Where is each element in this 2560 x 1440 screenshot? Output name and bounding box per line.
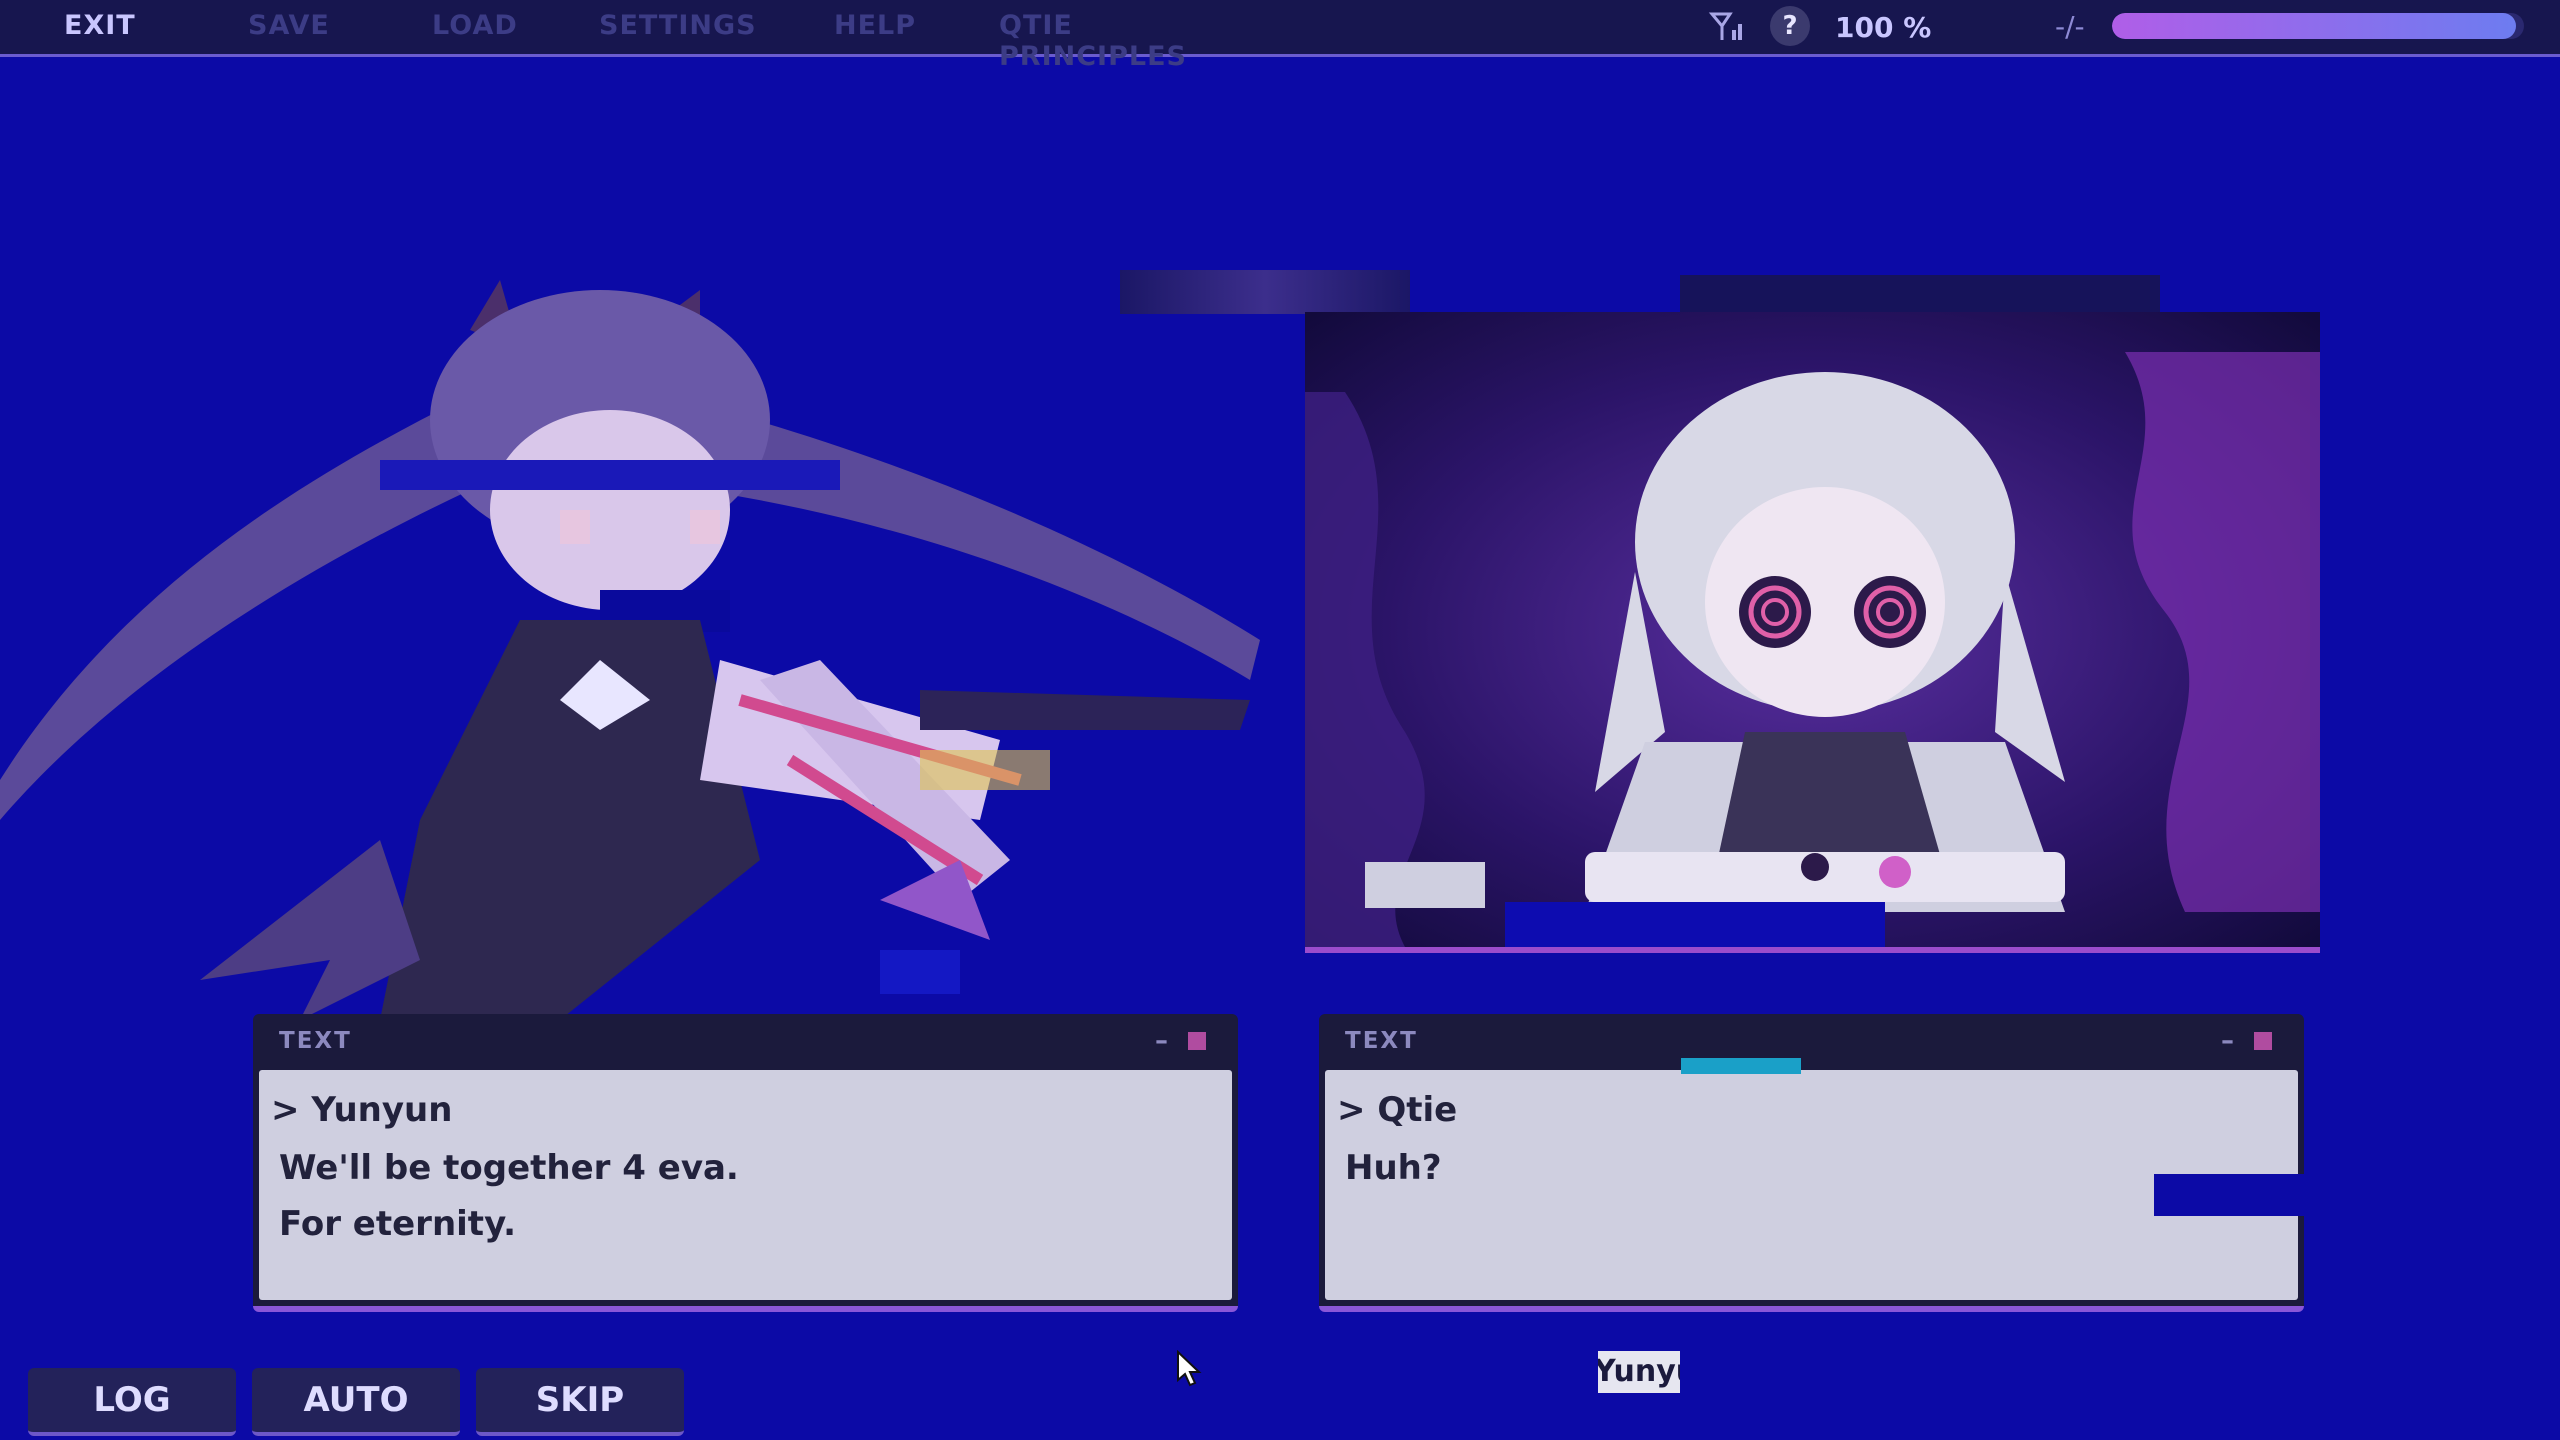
yunyun-text-window: TEXT – > Yunyun We'll be together 4 eva.…	[253, 1014, 1238, 1312]
stress-meter-fill	[2112, 13, 2516, 39]
menu-qtie-principles[interactable]: QTIE PRINCIPLES	[999, 10, 1187, 72]
menu-exit[interactable]: EXIT	[64, 10, 136, 41]
window-titlebar: TEXT –	[253, 1014, 1238, 1066]
connection-mark: -/-	[2055, 10, 2085, 43]
dialogue-line: Huh?	[1345, 1148, 1442, 1188]
window-title: TEXT	[1345, 1028, 1418, 1054]
speaker-name: > Yunyun	[271, 1090, 453, 1130]
window-title: TEXT	[279, 1028, 352, 1054]
minimize-icon[interactable]: –	[1155, 1026, 1168, 1056]
glitch-strip	[1120, 270, 1410, 314]
maximize-icon[interactable]	[1188, 1032, 1206, 1050]
log-button[interactable]: LOG	[28, 1368, 236, 1436]
window-titlebar: TEXT –	[1319, 1014, 2304, 1066]
signal-icon	[1708, 12, 1742, 40]
top-menu-bar: EXIT SAVE LOAD SETTINGS HELP QTIE PRINCI…	[0, 0, 2560, 72]
dialogue-line: We'll be together 4 eva.	[279, 1148, 739, 1188]
glitch-strip	[1680, 275, 2160, 317]
menu-help[interactable]: HELP	[834, 10, 916, 41]
volume-percent: 100 %	[1835, 11, 1932, 44]
menu-load[interactable]: LOAD	[432, 10, 518, 41]
menu-save[interactable]: SAVE	[248, 10, 330, 41]
glitch-block	[1681, 1058, 1801, 1074]
minimize-icon[interactable]: –	[2221, 1026, 2234, 1056]
menu-settings[interactable]: SETTINGS	[599, 10, 757, 41]
auto-button[interactable]: AUTO	[252, 1368, 460, 1436]
stress-meter	[2112, 13, 2524, 39]
dialogue-line: For eternity.	[279, 1204, 517, 1244]
maximize-icon[interactable]	[2254, 1032, 2272, 1050]
qtie-picture-window	[1305, 312, 2320, 953]
qtie-character	[1305, 312, 2320, 947]
name-tag: Yunyun	[1598, 1351, 1680, 1393]
help-icon[interactable]: ?	[1770, 6, 1810, 46]
yunyun-character	[0, 280, 1260, 1020]
mouse-cursor-icon	[1177, 1350, 1202, 1387]
dialogue-body: > Yunyun We'll be together 4 eva. For et…	[259, 1070, 1232, 1300]
dialogue-body: > Qtie Huh?	[1325, 1070, 2304, 1300]
speaker-name: > Qtie	[1337, 1090, 1458, 1130]
glitch-block	[2154, 1174, 2304, 1216]
skip-button[interactable]: SKIP	[476, 1368, 684, 1436]
qtie-text-window: TEXT – > Qtie Huh?	[1319, 1014, 2304, 1312]
